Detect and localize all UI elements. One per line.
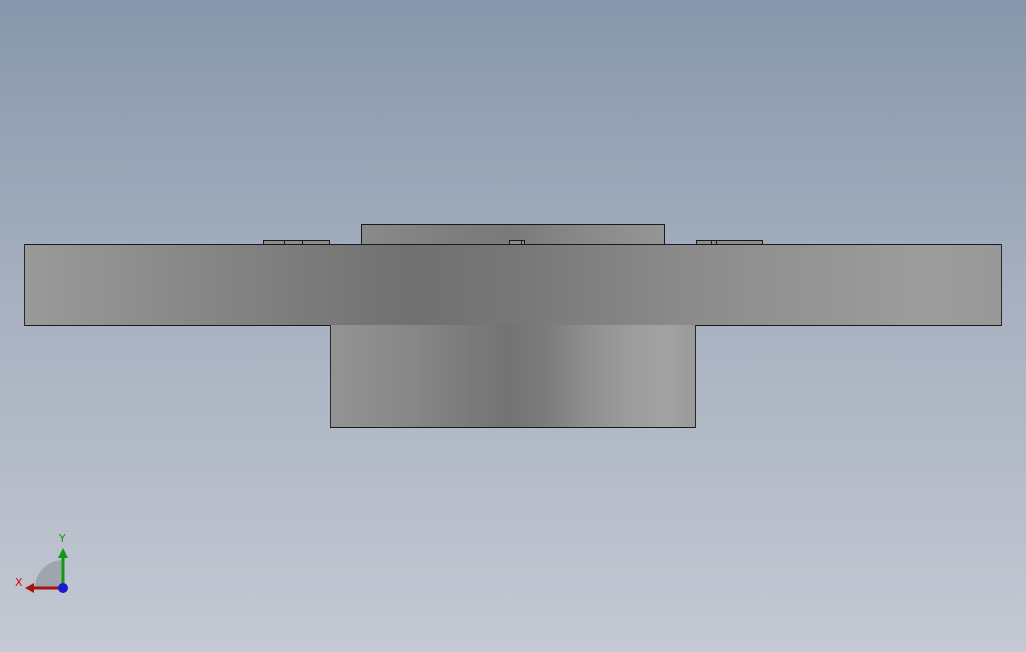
cad-graphics-viewport[interactable]: X Y (0, 0, 1026, 652)
triad-graphic (25, 548, 68, 593)
lower-hub[interactable] (330, 325, 696, 428)
x-axis-arrow-icon (25, 583, 34, 593)
z-axis-icon (58, 583, 68, 593)
main-plate[interactable] (24, 244, 1002, 326)
x-axis-label: X (15, 576, 23, 589)
axis-triad: X Y (12, 530, 76, 600)
y-axis-arrow-icon (58, 548, 68, 558)
y-axis-label: Y (59, 532, 66, 545)
